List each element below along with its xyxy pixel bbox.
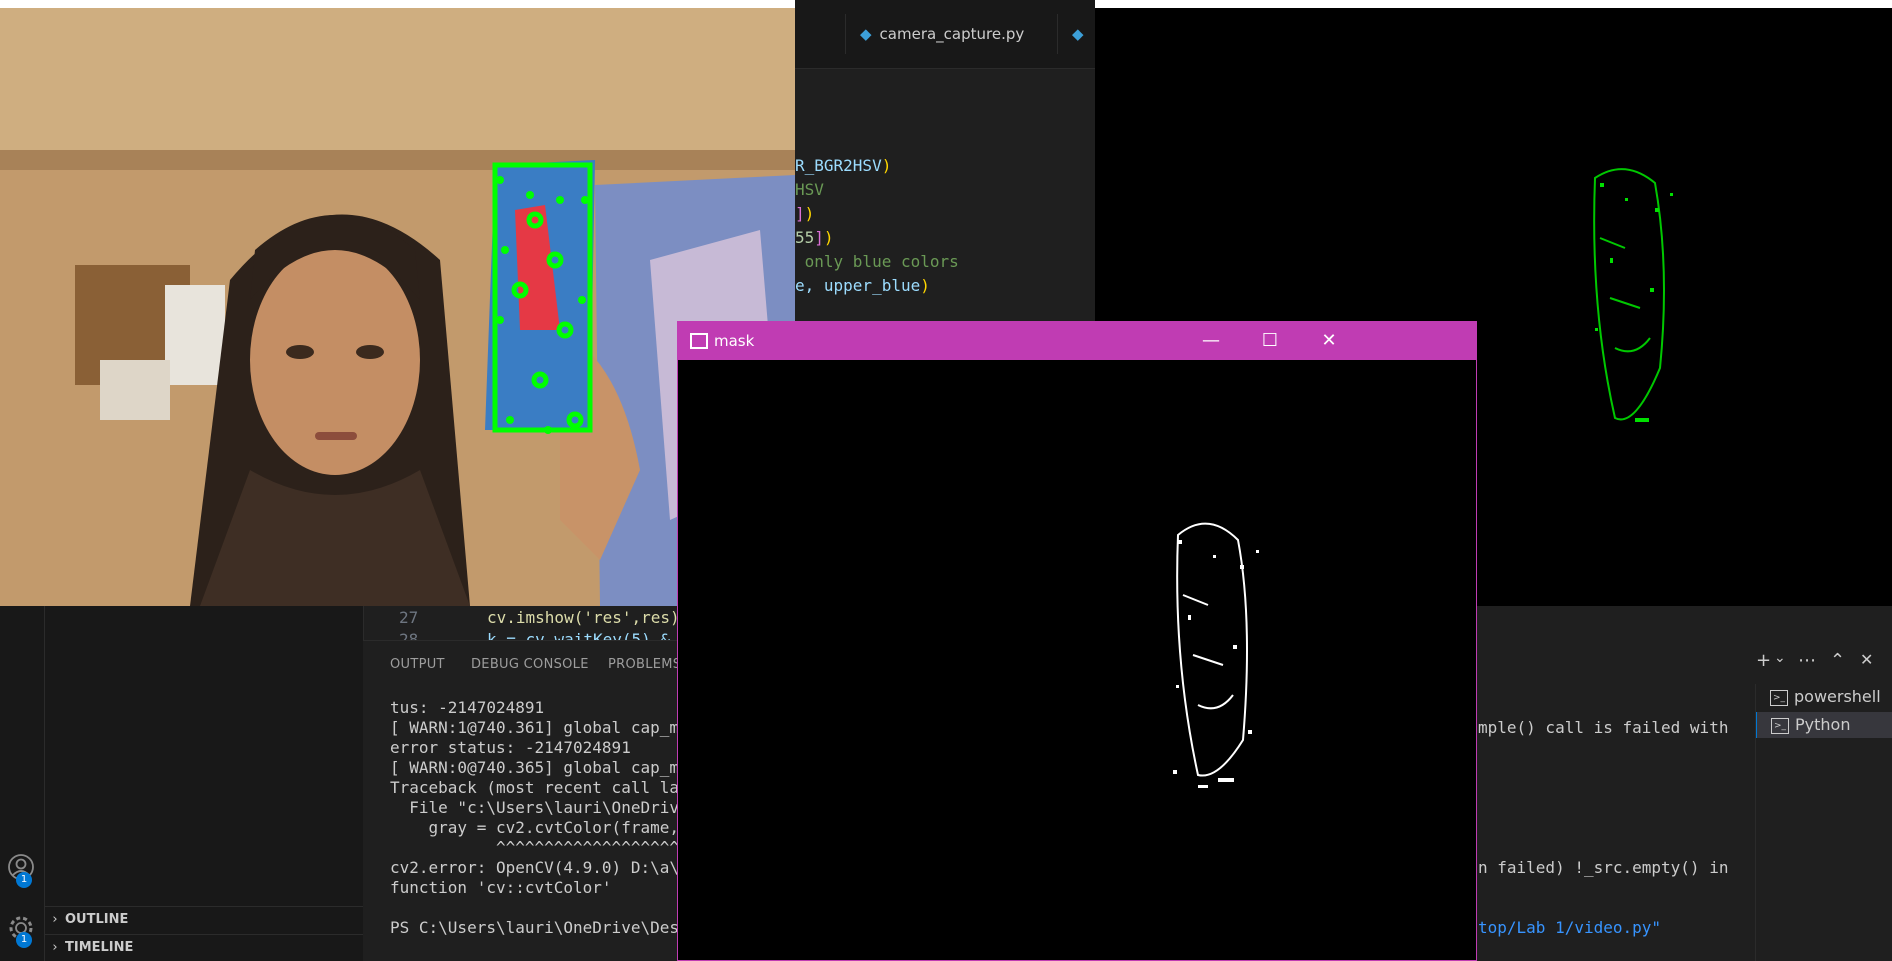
code-editor-lower[interactable]: 27 cv.imshow('res',res) 28 k = cv.waitKe… xyxy=(363,600,683,640)
code-line: cv.imshow('res',res) xyxy=(487,608,680,627)
code-line: only blue colors xyxy=(795,252,959,271)
maximize-button[interactable]: ☐ xyxy=(1250,328,1290,354)
terminal-line: n failed) !_src.empty() in xyxy=(1478,858,1729,877)
python-file-icon: ◆ xyxy=(1072,25,1084,43)
settings-badge: 1 xyxy=(16,932,32,948)
terminal-line: [ WARN:0@740.365] global cap_msmf xyxy=(390,758,708,777)
code-line: HSV xyxy=(795,180,824,199)
outline-section[interactable]: › OUTLINE xyxy=(45,906,363,933)
terminal-icon: >_ xyxy=(1770,689,1788,706)
terminal-list: >_ powershell >_ Python xyxy=(1755,684,1892,961)
minimize-button[interactable]: — xyxy=(1191,328,1231,354)
activity-bar: 1 1 xyxy=(0,600,45,961)
terminal-line: cv2.error: OpenCV(4.9.0) D:\a\op xyxy=(390,858,699,877)
code-line: k = cv.waitKey(5) & xyxy=(487,630,671,640)
window-app-icon xyxy=(690,333,708,349)
tab-label: camera_capture.py xyxy=(879,25,1025,43)
tab-camera-capture[interactable]: ◆ camera_capture.py xyxy=(845,14,1054,54)
terminal-item-label: Python xyxy=(1795,715,1851,734)
terminal-item-powershell[interactable]: >_ powershell xyxy=(1756,684,1892,710)
code-editor[interactable]: R_BGR2HSV) HSV ]) 55]) only blue colors … xyxy=(795,84,1095,324)
more-actions-icon[interactable]: ⋯ xyxy=(1798,650,1816,671)
tab-problems[interactable]: PROBLEMS xyxy=(608,657,681,672)
terminal-icon: >_ xyxy=(1771,717,1789,734)
chevron-right-icon: › xyxy=(52,912,58,927)
timeline-section[interactable]: › TIMELINE xyxy=(45,934,363,961)
code-line: ]) xyxy=(795,204,815,223)
panel-tab-bar: OUTPUT DEBUG CONSOLE PROBLEMS xyxy=(363,640,683,691)
mask-image xyxy=(1173,522,1259,788)
mask-titlebar[interactable]: mask — ☐ ✕ xyxy=(678,322,1476,360)
line-number: 27 xyxy=(399,608,419,627)
terminal-line: mple() call is failed with xyxy=(1478,718,1729,737)
terminal-line: ^^^^^^^^^^^^^^^^^^^^^^ xyxy=(390,838,708,857)
terminal-item-python[interactable]: >_ Python xyxy=(1756,712,1892,738)
terminal-line: error status: -2147024891 xyxy=(390,738,631,757)
mask-window[interactable]: mask — ☐ ✕ xyxy=(677,321,1477,961)
line-number: 28 xyxy=(399,630,419,640)
window-title: mask xyxy=(714,332,755,350)
terminal-link[interactable]: top/Lab 1/video.py" xyxy=(1478,918,1661,937)
maximize-panel-icon[interactable]: ⌃ xyxy=(1830,650,1845,671)
terminal-line: tus: -2147024891 xyxy=(390,698,545,717)
terminal-line: gray = cv2.cvtColor(frame, c xyxy=(390,818,699,837)
terminal-line: File "c:\Users\lauri\OneDrive\ xyxy=(390,798,699,817)
python-file-icon: ◆ xyxy=(860,25,872,43)
explorer-panel: › OUTLINE › TIMELINE xyxy=(45,600,364,961)
code-line: R_BGR2HSV) xyxy=(795,156,892,175)
accounts-badge: 1 xyxy=(16,872,32,888)
terminal-line: Traceback (most recent call last xyxy=(390,778,699,797)
close-button[interactable]: ✕ xyxy=(1309,328,1349,354)
new-terminal-icon[interactable]: + xyxy=(1756,650,1771,671)
terminal-item-label: powershell xyxy=(1794,687,1881,706)
section-label: TIMELINE xyxy=(65,940,134,955)
tab-output[interactable]: OUTPUT xyxy=(390,657,445,672)
camera-frame-window xyxy=(0,0,795,606)
code-line: 55]) xyxy=(795,228,834,247)
editor-right-strip xyxy=(1478,600,1892,641)
chevron-right-icon: › xyxy=(52,940,58,955)
terminal-actions: + ⌄ ⋯ ⌃ ✕ xyxy=(1748,640,1892,684)
window-border xyxy=(1095,0,1892,8)
terminal-prompt: PS C:\Users\lauri\OneDrive\Deskt xyxy=(390,918,699,937)
tab-debug-console[interactable]: DEBUG CONSOLE xyxy=(471,657,589,672)
section-label: OUTLINE xyxy=(65,912,129,927)
terminal-line: [ WARN:1@740.361] global cap_msmf xyxy=(390,718,708,737)
chevron-down-icon[interactable]: ⌄ xyxy=(1774,650,1786,666)
terminal-line: function 'cv::cvtColor' xyxy=(390,878,612,897)
camera-frame-image xyxy=(0,0,795,606)
editor-tab-bar: ◆ camera_capture.py ◆ xyxy=(795,0,1095,68)
breadcrumb xyxy=(795,68,1095,83)
code-line: e, upper_blue) xyxy=(795,276,930,295)
close-panel-icon[interactable]: ✕ xyxy=(1860,650,1873,669)
